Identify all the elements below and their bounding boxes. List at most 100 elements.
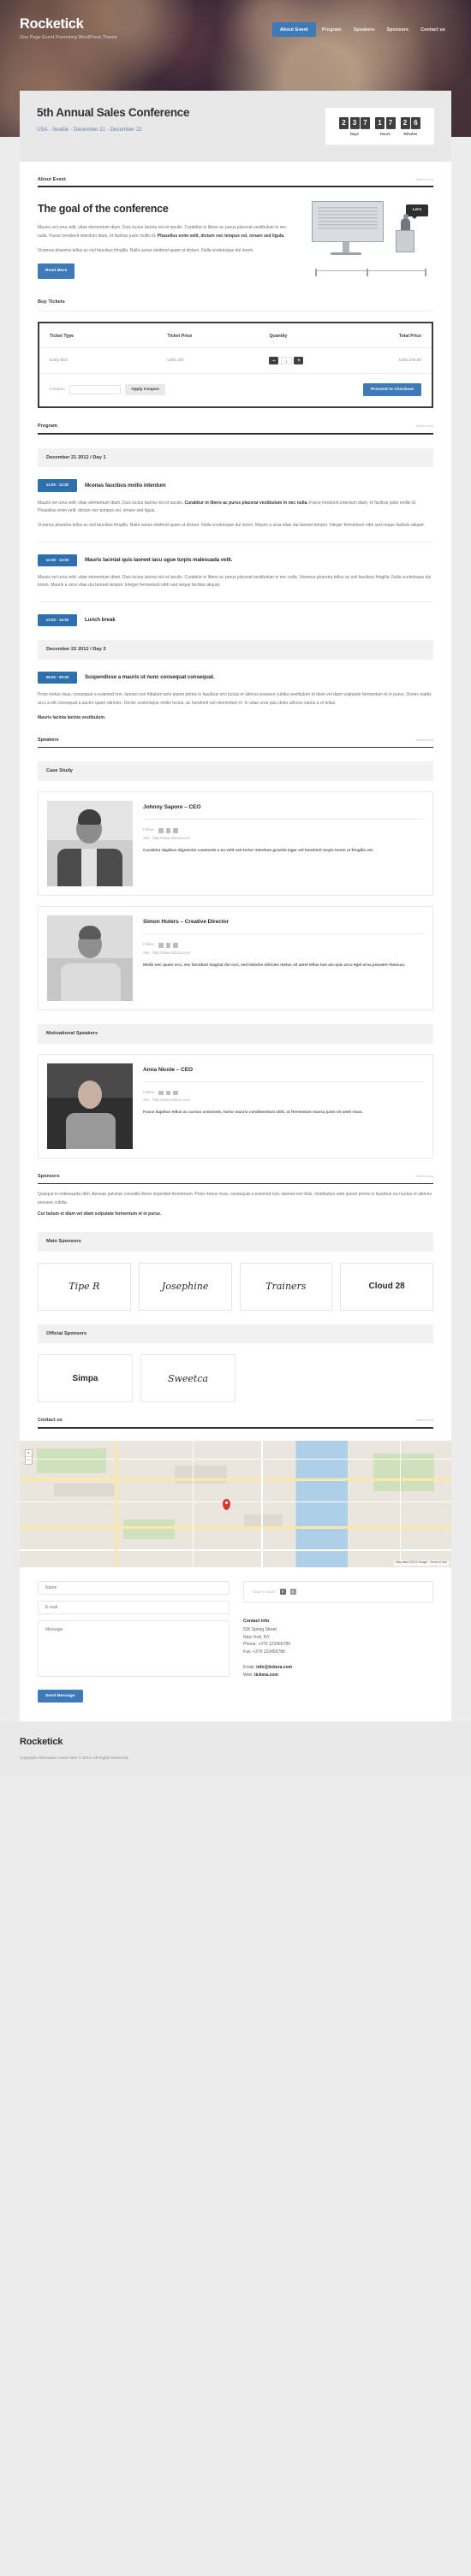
cell-total-price: USD 100.00 <box>345 347 432 375</box>
map-zoom-in-button[interactable]: + <box>26 1450 32 1457</box>
about-heading: The goal of the conference <box>38 202 169 215</box>
section-divider <box>38 746 433 749</box>
footer-brand: Rocketick <box>20 1737 63 1748</box>
program-paragraph-bold: Mauris lacinia lacinia vestibulum. <box>38 714 106 720</box>
avatar-shirt <box>81 849 97 887</box>
program-paragraph-2: Vivamus pharetra tellus ac nisl faucibus… <box>38 523 426 529</box>
speaker-site-line[interactable]: Site : http://www.tickera.com <box>143 950 424 956</box>
back-to-top-link[interactable]: Back to top <box>416 737 433 743</box>
countdown-digit: 1 <box>375 117 385 129</box>
nav-item-speakers[interactable]: Speakers <box>348 23 381 37</box>
sponsor-logo[interactable]: Simpa <box>38 1354 133 1403</box>
rope-post-icon <box>425 268 426 276</box>
main-nav: About Event Program Speakers Sponsors Co… <box>271 22 451 38</box>
quantity-increase-button[interactable]: + <box>294 357 304 365</box>
speakers-section: Speakers Back to top Case Study Johnny S… <box>20 722 451 1158</box>
contact-web-value[interactable]: tickera.com <box>254 1673 278 1678</box>
map-zoom-out-button[interactable]: – <box>26 1457 32 1464</box>
section-title: Program <box>38 423 57 429</box>
program-p1-bold: Curabitur in libero ac purus placerat ve… <box>184 500 308 506</box>
coupon-label: Coupon: <box>50 388 66 393</box>
program-item: 08:00 - 09:00 Suspendisse a mauris ut nu… <box>38 671 433 722</box>
twitter-icon[interactable]: t <box>289 1588 296 1595</box>
countdown-group-hours: 1 7 Hours <box>375 117 396 138</box>
podium-icon <box>396 229 414 252</box>
sponsor-logo[interactable]: Trainers <box>239 1262 333 1311</box>
twitter-icon[interactable] <box>173 943 178 948</box>
speaker-site-line[interactable]: Site : http://www.tickera.com <box>143 1098 424 1104</box>
sponsor-logo[interactable]: Tipe R <box>38 1262 131 1311</box>
facebook-icon[interactable] <box>165 1090 171 1096</box>
contact-info-title: Contact info <box>243 1618 270 1624</box>
brand-title: Rocketick <box>20 16 84 32</box>
message-field[interactable] <box>38 1620 230 1677</box>
avatar-hair <box>79 926 101 940</box>
th-ticket-price: Ticket Price <box>157 323 259 349</box>
contact-email-row: Email: info@tickera.com <box>243 1664 433 1672</box>
dribbble-icon[interactable] <box>158 943 164 948</box>
th-total-price: Total Price <box>345 323 432 349</box>
facebook-icon[interactable] <box>165 943 171 948</box>
twitter-icon[interactable] <box>173 828 178 833</box>
avatar-hair <box>78 809 101 826</box>
back-to-top-link[interactable]: Back to top <box>416 177 433 182</box>
follow-label: Follow : <box>143 942 157 947</box>
location-map[interactable]: + – Map data ©2013 Google - Terms of Use <box>20 1440 451 1567</box>
screen-base-icon <box>331 252 361 255</box>
about-section: About Event Back to top The goal of the … <box>20 162 451 409</box>
section-header-sponsors: Sponsors Back to top <box>38 1158 433 1180</box>
divider <box>143 1081 424 1083</box>
avatar <box>47 801 133 887</box>
back-to-top-link[interactable]: Back to top <box>416 1418 433 1423</box>
nav-item-program[interactable]: Program <box>316 23 348 37</box>
email-field[interactable] <box>38 1600 230 1614</box>
quantity-value[interactable]: 1 <box>280 357 292 365</box>
send-message-button[interactable]: Send Message <box>38 1690 83 1703</box>
dribbble-icon[interactable] <box>158 1090 164 1096</box>
program-paragraph-1: Mauris vel urna velit, vitae elementum d… <box>38 575 432 589</box>
speaker-name: Anna Nicole – CEO <box>143 1066 194 1073</box>
nav-item-about-event[interactable]: About Event <box>271 22 316 38</box>
brand[interactable]: Rocketick One Page Event Promoting WordP… <box>20 17 117 41</box>
dribbble-icon[interactable] <box>158 828 164 833</box>
section-title: About Event <box>38 176 66 182</box>
facebook-icon[interactable] <box>165 828 171 833</box>
buy-tickets-header: Buy Tickets <box>38 292 433 312</box>
speaker-follow-row: Follow : <box>143 827 424 833</box>
countdown-hours-digits: 1 7 <box>375 117 396 129</box>
countdown-digit: 2 <box>339 117 349 129</box>
contact-form: Send Message <box>38 1580 230 1703</box>
speaker-person-icon <box>401 213 410 231</box>
nav-item-contact-us[interactable]: Contact us <box>414 23 451 37</box>
back-to-top-link[interactable]: Back to top <box>416 423 433 429</box>
rope-post-icon <box>367 268 368 276</box>
back-to-top-link[interactable]: Back to top <box>416 1174 433 1179</box>
map-road <box>20 1478 451 1482</box>
read-more-button[interactable]: Read More <box>38 264 75 279</box>
headline-wrap: 5th Annual Sales Conference USA - Seattl… <box>0 91 471 162</box>
cell-ticket-type: Early Bird <box>39 347 158 375</box>
sponsor-logo[interactable]: Cloud 28 <box>340 1262 433 1311</box>
apply-coupon-button[interactable]: Apply Coupon <box>125 384 165 396</box>
map-marker-icon[interactable] <box>222 1498 230 1510</box>
program-item-head: 08:00 - 09:00 Suspendisse a mauris ut nu… <box>38 671 433 684</box>
speaker-site-line[interactable]: Site : http://www.tickera.com <box>143 836 424 842</box>
sponsor-logo[interactable]: Sweetca <box>140 1354 236 1403</box>
contact-email-value[interactable]: info@tickera.com <box>256 1665 292 1670</box>
facebook-icon[interactable]: f <box>279 1588 286 1595</box>
quantity-decrease-button[interactable]: – <box>269 357 279 365</box>
name-field[interactable] <box>38 1580 230 1595</box>
speaker-description: Curabitur dapibus dignissim commodo a eu… <box>143 847 374 852</box>
coupon-input[interactable] <box>69 385 122 395</box>
footer-inner: Rocketick Copyright Information Goes Her… <box>20 1735 451 1760</box>
contact-address-line-2: New York, NY <box>243 1634 270 1640</box>
proceed-to-checkout-button[interactable]: Proceed to Checkout <box>363 383 421 397</box>
contact-email-label: Email: <box>243 1664 257 1670</box>
map-zoom-controls: + – <box>25 1448 33 1465</box>
contact-address-line-1: 535 Spring Street <box>243 1626 277 1632</box>
twitter-icon[interactable] <box>173 1090 178 1096</box>
nav-item-sponsors[interactable]: Sponsors <box>380 23 414 37</box>
sponsor-logo[interactable]: Josephine <box>138 1262 232 1311</box>
speaker-group-title: Motivational Speakers <box>38 1024 433 1044</box>
